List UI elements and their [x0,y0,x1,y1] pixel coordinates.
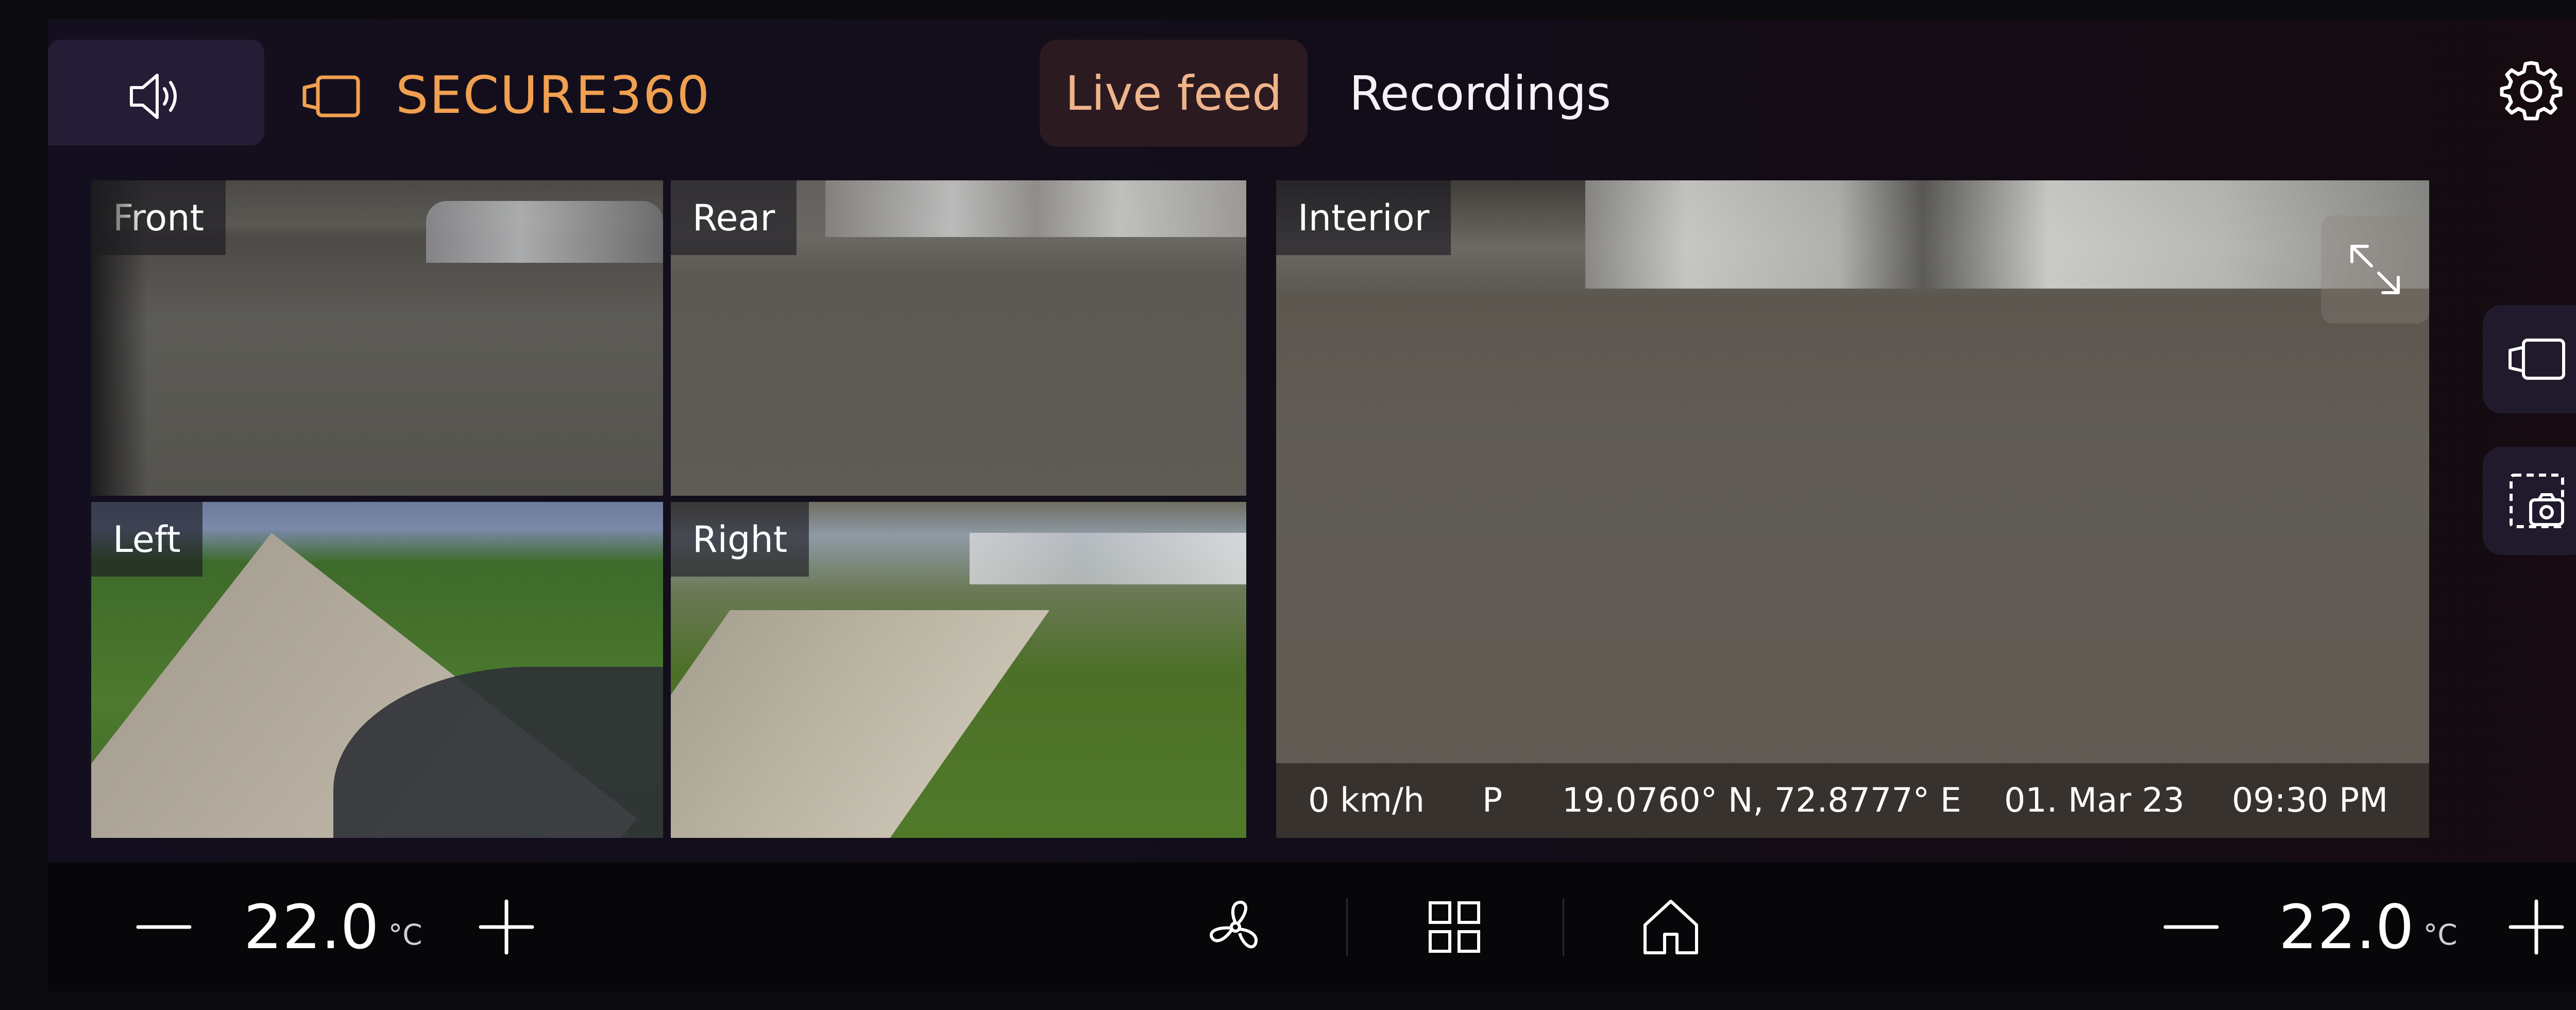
camera-label-rear: Rear [671,180,797,255]
tab-recordings[interactable]: Recordings [1346,40,1614,147]
plus-icon [2509,899,2564,954]
minus-icon [2163,925,2219,929]
bottom-bar: 22.0 °C 22.0 °C [48,862,2576,991]
camera-label-front: Front [91,180,226,255]
expand-icon [2350,245,2400,294]
minus-icon [136,925,192,929]
temp-right-increase-button[interactable] [2500,862,2572,991]
gps-coordinates: 19.0760° N, 72.8777° E [1562,781,1961,820]
infotainment-screen: SECURE360 Live feed Recordings Front Rea… [48,19,2576,991]
camera-label-left: Left [91,502,202,577]
temp-left-decrease-button[interactable] [128,862,200,991]
temp-right-unit: °C [2423,918,2458,951]
temp-left-unit: °C [388,918,422,951]
date-readout: 01. Mar 23 [2004,781,2185,820]
camera-view-button[interactable] [2483,305,2576,413]
home-icon [1643,899,1698,954]
fan-icon [1210,900,1258,948]
temp-left-increase-button[interactable] [470,862,543,991]
divider [1563,898,1564,956]
tab-live-feed[interactable]: Live feed [1040,40,1308,147]
speed-readout: 0 km/h [1308,781,1425,820]
home-button[interactable] [1632,862,1709,991]
gear-icon[interactable] [2498,58,2565,125]
camera-feed-rear[interactable]: Rear [671,180,1246,496]
camera-view-icon [2509,339,2565,380]
camera-outline-icon [302,75,360,117]
expand-button[interactable] [2321,215,2429,324]
camera-label-right: Right [671,502,809,577]
camera-feed-front[interactable]: Front [91,180,663,496]
app-title: SECURE360 [396,65,711,125]
temp-left-value: 22.0 [244,891,379,963]
status-bar: 0 km/h P 19.0760° N, 72.8777° E 01. Mar … [1276,763,2429,838]
camera-feed-interior[interactable]: Interior 0 km/h P 19.0760° N, 72.8777° E… [1276,180,2429,838]
fan-button[interactable] [1197,862,1274,991]
temp-left: 22.0 °C [244,862,422,991]
volume-icon [130,74,177,119]
camera-feed-left[interactable]: Left [91,502,663,838]
temp-right: 22.0 °C [2279,862,2458,991]
time-readout: 09:30 PM [2232,781,2388,820]
apps-grid-button[interactable] [1416,862,1493,991]
camera-label-interior: Interior [1276,180,1451,255]
gear-indicator: P [1482,781,1503,820]
camera-feed-right[interactable]: Right [671,502,1246,838]
volume-button[interactable] [48,40,264,145]
divider [1346,898,1348,956]
plus-icon [479,899,534,954]
snapshot-button[interactable] [2483,447,2576,555]
temp-right-decrease-button[interactable] [2155,862,2227,991]
temp-right-value: 22.0 [2279,891,2414,963]
grid-icon [1429,901,1480,953]
screenshot-icon [2510,474,2564,528]
